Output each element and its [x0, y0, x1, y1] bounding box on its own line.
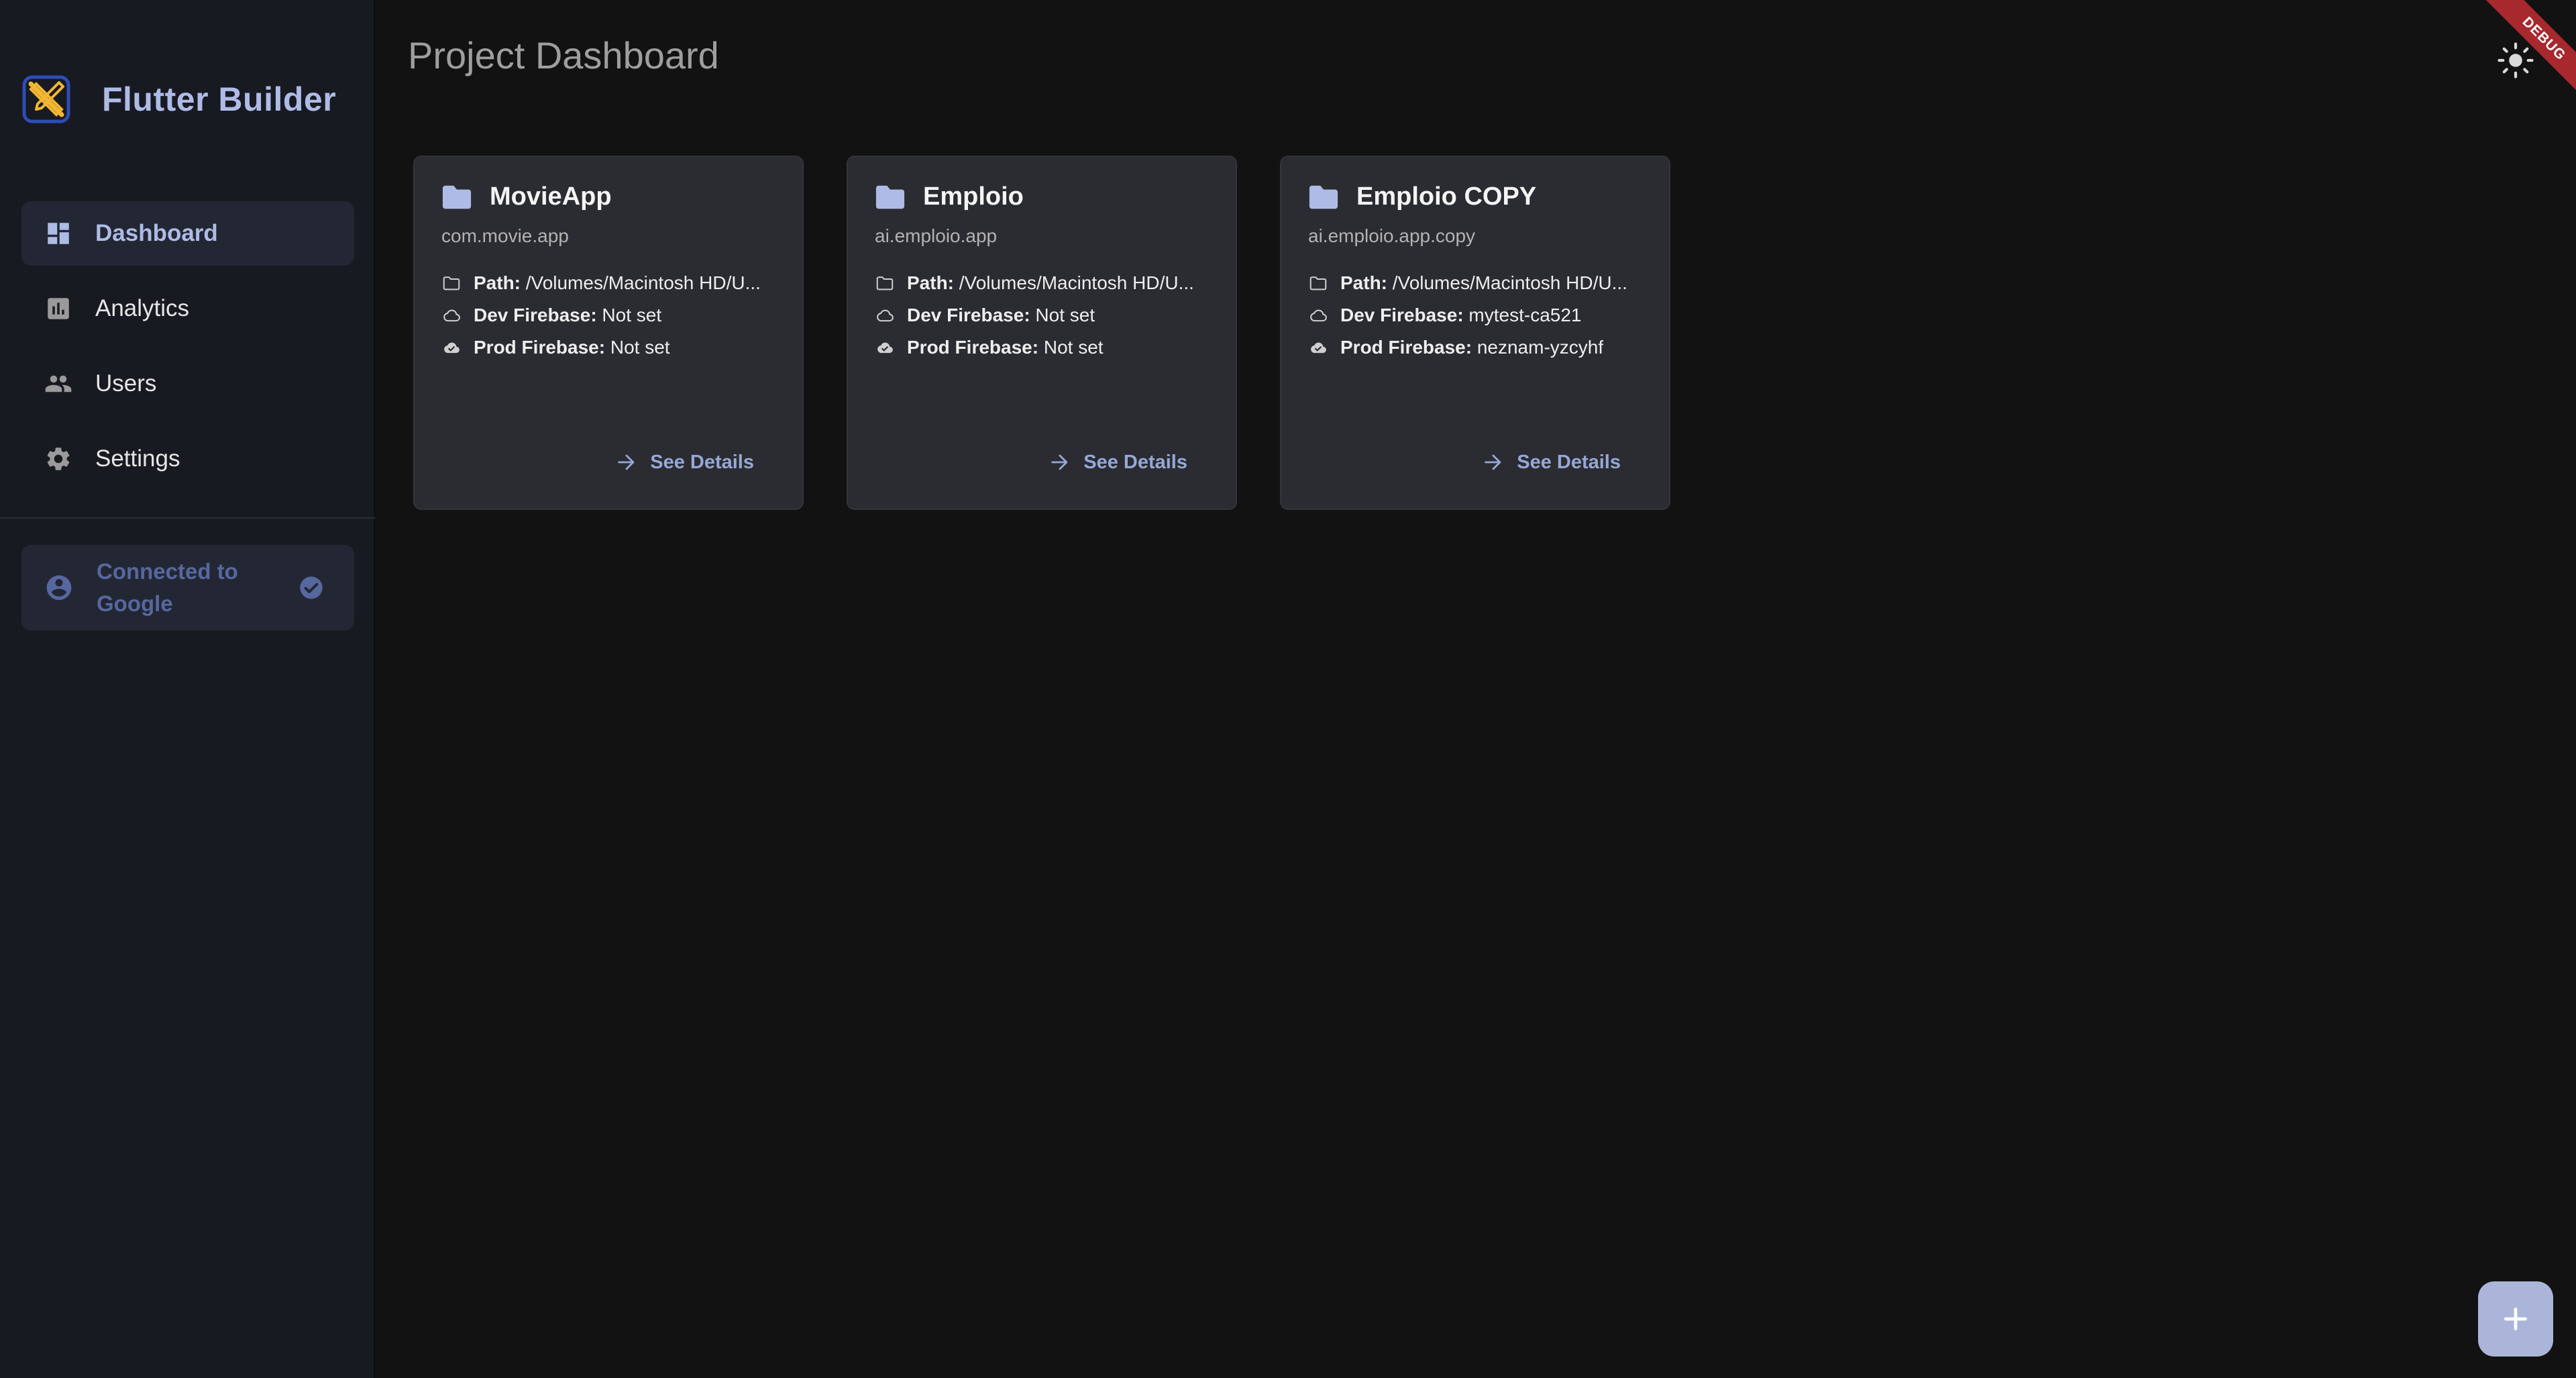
project-card[interactable]: MovieApp com.movie.app Path: /Volumes/Ma…	[413, 156, 804, 510]
project-card[interactable]: Emploio COPY ai.emploio.app.copy Path: /…	[1280, 156, 1670, 510]
path-value: /Volumes/Macintosh HD/U...	[1387, 272, 1627, 293]
page-title: Project Dashboard	[408, 34, 719, 76]
dev-firebase-row: Dev Firebase: Not set	[441, 299, 784, 331]
see-details-button[interactable]: See Details	[615, 451, 754, 474]
prod-firebase-row: Prod Firebase: neznam-yzcyhf	[1308, 331, 1650, 364]
dev-firebase-row: Dev Firebase: mytest-ca521	[1308, 299, 1650, 331]
cloud-outline-icon	[877, 309, 894, 322]
dev-firebase-row: Dev Firebase: Not set	[875, 299, 1217, 331]
prod-firebase-row: Prod Firebase: Not set	[441, 331, 784, 364]
see-details-button[interactable]: See Details	[1049, 451, 1187, 474]
cloud-done-icon	[444, 342, 460, 354]
prod-firebase-label: Prod Firebase:	[1340, 337, 1472, 358]
dev-firebase-label: Dev Firebase:	[1340, 305, 1464, 325]
path-label: Path:	[907, 272, 954, 293]
google-connection-status[interactable]: Connected to Google	[21, 545, 354, 631]
folder-icon	[1309, 185, 1338, 209]
app-title: Flutter Builder	[102, 81, 337, 118]
project-name: MovieApp	[490, 182, 612, 211]
debug-banner-label: DEBUG	[2472, 0, 2576, 107]
sidebar-item-label: Analytics	[95, 295, 190, 321]
path-value: /Volumes/Macintosh HD/U...	[954, 272, 1194, 293]
path-label: Path:	[474, 272, 521, 293]
see-details-button[interactable]: See Details	[1482, 451, 1621, 474]
google-status-label: Connected to Google	[97, 559, 238, 616]
card-header: Emploio COPY	[1308, 182, 1536, 211]
project-package: com.movie.app	[441, 225, 569, 246]
sidebar-item-analytics[interactable]: Analytics	[21, 276, 354, 341]
folder-icon	[875, 185, 905, 209]
path-value: /Volumes/Macintosh HD/U...	[521, 272, 761, 293]
project-info: Path: /Volumes/Macintosh HD/U... Dev Fir…	[1308, 267, 1650, 364]
app-logo-icon	[22, 75, 70, 123]
path-row: Path: /Volumes/Macintosh HD/U...	[1308, 267, 1650, 299]
card-header: MovieApp	[441, 182, 612, 211]
sidebar: Flutter Builder Dashboard Analytics User…	[0, 0, 375, 1378]
prod-firebase-row: Prod Firebase: Not set	[875, 331, 1217, 364]
project-name: Emploio COPY	[1356, 182, 1537, 211]
plus-icon	[2504, 1307, 2528, 1331]
see-details-label: See Details	[650, 451, 754, 473]
dev-firebase-value: Not set	[596, 305, 662, 325]
dev-firebase-label: Dev Firebase:	[907, 305, 1030, 325]
cloud-done-icon	[877, 342, 893, 354]
project-package: ai.emploio.app.copy	[1308, 225, 1476, 246]
sidebar-divider	[0, 517, 375, 519]
dashboard-icon	[48, 223, 69, 244]
account-circle-icon	[46, 575, 72, 600]
sidebar-item-label: Settings	[95, 445, 180, 472]
prod-firebase-value: Not set	[1038, 337, 1104, 358]
sidebar-item-label: Dashboard	[95, 220, 218, 246]
prod-firebase-value: neznam-yzcyhf	[1472, 337, 1604, 358]
path-row: Path: /Volumes/Macintosh HD/U...	[441, 267, 784, 299]
dev-firebase-value: mytest-ca521	[1463, 305, 1582, 325]
see-details-label: See Details	[1517, 451, 1621, 473]
cloud-outline-icon	[1310, 309, 1327, 322]
cloud-done-icon	[1311, 342, 1326, 354]
sidebar-item-settings[interactable]: Settings	[21, 427, 354, 491]
prod-firebase-value: Not set	[605, 337, 670, 358]
card-header: Emploio	[875, 182, 1024, 211]
sidebar-item-label: Users	[95, 370, 157, 396]
folder-icon	[442, 185, 472, 209]
cloud-outline-icon	[443, 309, 460, 322]
project-card[interactable]: Emploio ai.emploio.app Path: /Volumes/Ma…	[847, 156, 1237, 510]
users-icon	[45, 375, 72, 392]
arrow-right-icon	[1051, 454, 1068, 470]
path-row: Path: /Volumes/Macintosh HD/U...	[875, 267, 1217, 299]
sidebar-item-users[interactable]: Users	[21, 352, 354, 416]
folder-outline-icon	[876, 276, 894, 290]
project-package: ai.emploio.app	[875, 225, 998, 246]
dev-firebase-label: Dev Firebase:	[474, 305, 597, 325]
brand: Flutter Builder	[21, 72, 336, 126]
prod-firebase-label: Prod Firebase:	[474, 337, 606, 358]
folder-outline-icon	[443, 276, 460, 290]
debug-banner: DEBUG	[2469, 0, 2576, 107]
app-window: Flutter Builder Dashboard Analytics User…	[0, 0, 2576, 1378]
prod-firebase-label: Prod Firebase:	[907, 337, 1039, 358]
check-circle-icon	[300, 576, 323, 599]
sidebar-item-dashboard[interactable]: Dashboard	[21, 201, 354, 266]
path-label: Path:	[1340, 272, 1387, 293]
folder-outline-icon	[1309, 276, 1327, 290]
analytics-icon	[48, 298, 69, 319]
arrow-right-icon	[618, 454, 635, 470]
gear-icon	[47, 447, 70, 470]
sidebar-nav: Dashboard Analytics Users Settings	[21, 201, 354, 502]
dev-firebase-value: Not set	[1030, 305, 1095, 325]
arrow-right-icon	[1485, 454, 1501, 470]
project-name: Emploio	[923, 182, 1024, 211]
add-project-button[interactable]	[2478, 1281, 2553, 1357]
project-info: Path: /Volumes/Macintosh HD/U... Dev Fir…	[441, 267, 784, 364]
project-info: Path: /Volumes/Macintosh HD/U... Dev Fir…	[875, 267, 1217, 364]
see-details-label: See Details	[1083, 451, 1187, 473]
